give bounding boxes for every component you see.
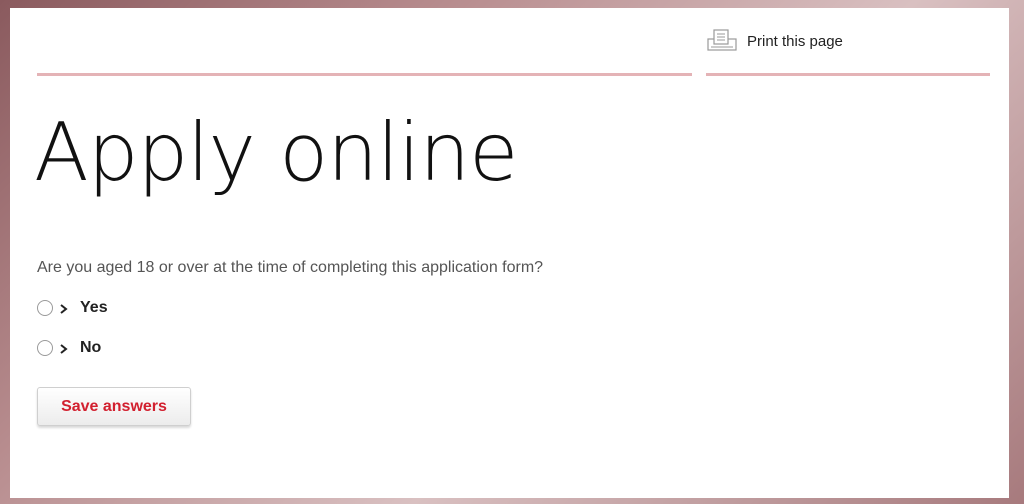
radio-yes[interactable]	[37, 300, 53, 316]
chevron-right-icon	[58, 302, 70, 314]
header-divider-left	[37, 73, 692, 76]
header-divider-right	[706, 73, 990, 76]
page-title: Apply online	[34, 106, 518, 199]
print-page-link[interactable]: Print this page	[706, 28, 843, 54]
print-page-label: Print this page	[747, 32, 843, 50]
save-answers-button[interactable]: Save answers	[37, 387, 191, 426]
option-yes[interactable]: Yes	[37, 299, 108, 317]
application-page: Print this page Apply online Are you age…	[10, 8, 1009, 498]
printer-icon	[706, 28, 738, 54]
option-no[interactable]: No	[37, 339, 101, 357]
option-no-label: No	[80, 339, 102, 356]
chevron-right-icon	[58, 342, 70, 354]
age-question: Are you aged 18 or over at the time of c…	[37, 259, 544, 276]
radio-no[interactable]	[37, 340, 53, 356]
option-yes-label: Yes	[80, 299, 108, 316]
